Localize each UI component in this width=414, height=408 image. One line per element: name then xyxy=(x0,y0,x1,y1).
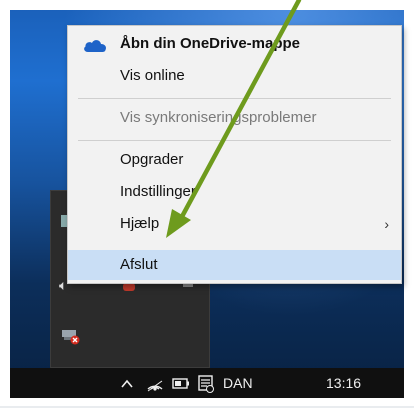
menu-item-label: Åbn din OneDrive-mappe xyxy=(120,35,301,52)
menu-item-help[interactable]: Hjælp › xyxy=(68,209,401,239)
menu-item-label: Afslut xyxy=(120,256,158,273)
menu-item-label: Vis synkroniseringsproblemer xyxy=(120,109,317,126)
menu-item-label: Indstillinger xyxy=(120,183,196,200)
onedrive-cloud-icon xyxy=(82,35,108,53)
onedrive-context-menu: Åbn din OneDrive-mappe Vis online Vis sy… xyxy=(67,25,402,284)
page-margin-bottom xyxy=(0,398,414,406)
page-margin-right xyxy=(404,0,414,406)
network-error-icon[interactable] xyxy=(61,327,81,348)
menu-item-label: Opgrader xyxy=(120,151,184,168)
battery-icon[interactable] xyxy=(172,368,190,398)
menu-item-settings[interactable]: Indstillinger xyxy=(68,177,401,207)
page-margin-left xyxy=(0,0,10,406)
menu-item-exit[interactable]: Afslut xyxy=(68,250,401,280)
menu-item-label: Hjælp xyxy=(120,215,160,232)
menu-item-open-folder[interactable]: Åbn din OneDrive-mappe xyxy=(68,29,401,59)
tray-red-icon[interactable] xyxy=(123,283,135,291)
language-indicator[interactable]: DAN xyxy=(223,368,253,398)
menu-item-sync-problems[interactable]: Vis synkroniseringsproblemer xyxy=(68,103,401,133)
menu-item-upgrade[interactable]: Opgrader xyxy=(68,145,401,175)
notification-icon[interactable] xyxy=(197,368,215,398)
submenu-chevron-icon: › xyxy=(384,216,389,232)
chevron-up-icon[interactable] xyxy=(120,368,134,398)
menu-separator xyxy=(78,140,391,141)
taskbar: DAN 13:16 xyxy=(10,368,404,398)
menu-item-label: Vis online xyxy=(120,67,185,84)
menu-item-view-online[interactable]: Vis online xyxy=(68,61,401,91)
page-margin-top xyxy=(0,0,414,10)
menu-separator xyxy=(78,98,391,99)
clock[interactable]: 13:16 xyxy=(326,368,361,398)
wifi-icon[interactable] xyxy=(146,368,164,398)
